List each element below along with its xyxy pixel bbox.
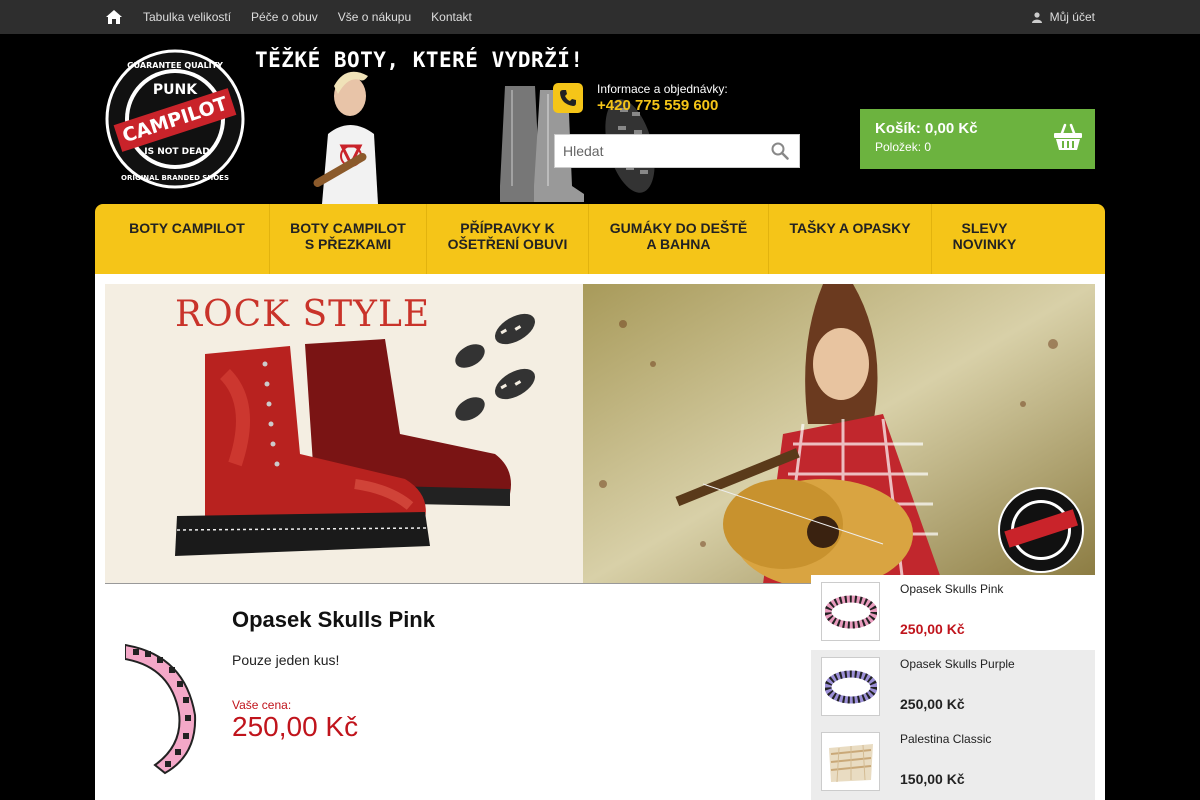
availability-text: Pouze jeden kus! (232, 652, 340, 668)
svg-text:GUARANTEE QUALITY: GUARANTEE QUALITY (127, 61, 223, 70)
pink-belt-image (824, 595, 877, 628)
price-label: Vaše cena: (232, 698, 292, 712)
search-input[interactable] (555, 136, 755, 166)
product-title: Opasek Skulls Pink (232, 607, 435, 632)
header: GUARANTEE QUALITY PUNK CAMPILOT IS NOT D… (95, 34, 1105, 204)
related-products: Opasek Skulls Pink 250,00 Kč Opasek Skul… (811, 575, 1095, 800)
cart-item-count: Položek: 0 (875, 140, 932, 154)
contact-info: Informace a objednávky: +420 775 559 600 (553, 82, 728, 114)
nav-label-line1: TAŠKY A OPASKY (789, 220, 911, 236)
related-item-price: 250,00 Kč (900, 621, 965, 637)
related-item[interactable]: Opasek Skulls Pink 250,00 Kč (811, 575, 1095, 650)
shopping-info-link[interactable]: Vše o nákupu (338, 10, 411, 24)
cart-button[interactable]: Košík: 0,00 Kč Položek: 0 (860, 109, 1095, 169)
related-thumbnail[interactable] (821, 732, 880, 791)
my-account-link[interactable]: Můj účet (1031, 0, 1095, 34)
basket-icon (1054, 123, 1082, 150)
main-nav: BOTY CAMPILOT BOTY CAMPILOT S PŘEZKAMI P… (95, 204, 1105, 274)
hero-left-panel: ROCK STYLE (105, 284, 583, 583)
svg-text:PUNK: PUNK (153, 82, 198, 98)
svg-text:IS NOT DEAD: IS NOT DEAD (144, 147, 209, 157)
nav-slevy-novinky[interactable]: SLEVY NOVINKY (932, 204, 1037, 274)
nav-label-line1: BOTY CAMPILOT (129, 220, 245, 236)
phone-icon (553, 83, 583, 113)
campilot-logo[interactable]: GUARANTEE QUALITY PUNK CAMPILOT IS NOT D… (105, 46, 245, 192)
product-image[interactable] (125, 635, 200, 775)
top-bar: Tabulka velikostí Péče o obuv Vše o náku… (0, 0, 1200, 34)
search-box (554, 134, 800, 168)
related-item-price: 250,00 Kč (900, 696, 965, 712)
nav-label-line2: S PŘEZKAMI (304, 236, 392, 252)
hero-banner[interactable]: ROCK STYLE (105, 284, 1095, 584)
nav-label-line2: NOVINKY (952, 236, 1017, 252)
hero-guitar-girl-image (583, 284, 1095, 583)
nav-boty-campilot-prezky[interactable]: BOTY CAMPILOT S PŘEZKAMI (270, 204, 427, 274)
svg-text:ORIGINAL BRANDED SHOES: ORIGINAL BRANDED SHOES (121, 174, 229, 182)
product-price: 250,00 Kč (232, 711, 359, 742)
nav-label-line1: PŘÍPRAVKY K (460, 220, 555, 236)
header-tagline: TĚŽKÉ BOTY, KTERÉ VYDRŽÍ! (255, 48, 584, 72)
nav-gumaky[interactable]: GUMÁKY DO DEŠTĚ A BAHNA (589, 204, 769, 274)
my-account-label: Můj účet (1049, 10, 1095, 24)
related-item[interactable]: Palestina Classic 150,00 Kč (811, 725, 1095, 800)
nav-label-line2: A BAHNA (646, 236, 711, 252)
home-icon[interactable] (105, 9, 123, 25)
purple-belt-image (824, 670, 877, 703)
boots-image (175, 313, 535, 556)
scarf-image (828, 743, 873, 782)
size-table-link[interactable]: Tabulka velikostí (143, 10, 231, 24)
nav-label-line2: OŠETŘENÍ OBUVI (447, 236, 568, 252)
nav-pripravky[interactable]: PŘÍPRAVKY K OŠETŘENÍ OBUVI (427, 204, 589, 274)
nav-label-line1: BOTY CAMPILOT (290, 220, 406, 236)
user-icon (1031, 11, 1042, 23)
related-item[interactable]: Opasek Skulls Purple 250,00 Kč (811, 650, 1095, 725)
search-icon[interactable] (771, 142, 789, 160)
nav-boty-campilot[interactable]: BOTY CAMPILOT (105, 204, 270, 274)
related-item-name[interactable]: Palestina Classic (900, 732, 991, 746)
nav-tasky-opasky[interactable]: TAŠKY A OPASKY (769, 204, 932, 274)
phone-number[interactable]: +420 775 559 600 (597, 97, 728, 114)
content-area: ROCK STYLE Opasek Skulls Pink Pouze jede… (95, 274, 1105, 800)
contact-label: Informace a objednávky: (597, 82, 728, 96)
contact-link[interactable]: Kontakt (431, 10, 472, 24)
cart-total: Košík: 0,00 Kč (875, 120, 978, 137)
related-item-price: 150,00 Kč (900, 771, 965, 787)
product-detail: Opasek Skulls Pink Pouze jeden kus! Vaše… (105, 585, 805, 800)
related-thumbnail[interactable] (821, 582, 880, 641)
nav-label-line1: GUMÁKY DO DEŠTĚ (609, 220, 748, 236)
related-item-name[interactable]: Opasek Skulls Purple (900, 657, 1015, 671)
related-item-name[interactable]: Opasek Skulls Pink (900, 582, 1003, 596)
related-thumbnail[interactable] (821, 657, 880, 716)
shoe-care-link[interactable]: Péče o obuv (251, 10, 318, 24)
nav-label-line1: SLEVY (961, 220, 1008, 236)
